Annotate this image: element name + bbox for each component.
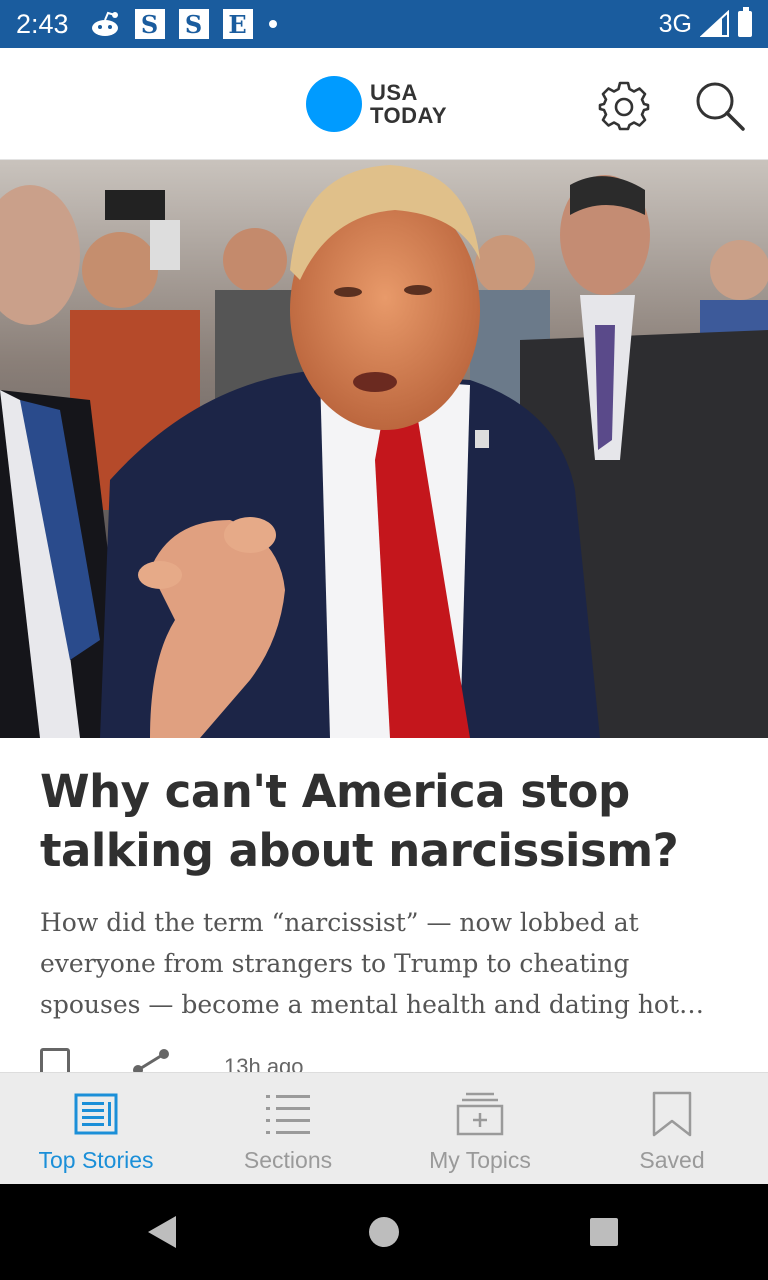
add-folder-icon xyxy=(456,1092,504,1136)
more-notifications-dot xyxy=(268,20,277,28)
s-notification-icon: S xyxy=(178,9,209,39)
list-icon xyxy=(266,1095,310,1134)
tab-sections[interactable]: Sections xyxy=(192,1073,384,1185)
usa-today-logo[interactable]: USA TODAY xyxy=(306,76,447,132)
back-icon[interactable] xyxy=(146,1214,178,1250)
notification-icons: S S E xyxy=(89,9,277,39)
tab-label: My Topics xyxy=(429,1147,531,1173)
bottom-navigation: Top Stories Sections My Topics Saved xyxy=(0,1072,768,1184)
logo-line-1: USA xyxy=(370,80,418,105)
save-article-icon[interactable] xyxy=(40,1048,70,1072)
status-time: 2:43 xyxy=(16,8,69,39)
share-icon[interactable] xyxy=(132,1048,172,1072)
tab-saved[interactable]: Saved xyxy=(576,1073,768,1185)
bookmark-icon xyxy=(652,1091,692,1137)
network-type: 3G xyxy=(658,9,692,38)
tab-label: Saved xyxy=(639,1147,705,1173)
tab-label: Sections xyxy=(243,1147,333,1173)
article-headline[interactable]: Why can't America stop talking about nar… xyxy=(40,762,740,880)
hero-image[interactable] xyxy=(0,160,768,738)
app-header: USA TODAY xyxy=(0,48,768,160)
article-summary[interactable]: How did the term “narcissist” — now lobb… xyxy=(40,902,720,1025)
article-meta: 13h ago xyxy=(40,1048,740,1072)
e-notification-icon: E xyxy=(222,9,253,39)
home-icon[interactable] xyxy=(368,1216,400,1248)
tab-label: Top Stories xyxy=(38,1147,154,1173)
logo-circle xyxy=(306,76,362,132)
battery-icon xyxy=(738,7,752,37)
logo-line-2: TODAY xyxy=(370,103,448,128)
recents-icon[interactable] xyxy=(588,1216,620,1248)
signal-icon xyxy=(700,10,729,37)
tab-top-stories[interactable]: Top Stories xyxy=(0,1073,192,1185)
logo-text: USA TODAY xyxy=(370,81,447,127)
tab-my-topics[interactable]: My Topics xyxy=(384,1073,576,1185)
settings-gear-icon[interactable] xyxy=(598,80,650,132)
status-right: 3G xyxy=(658,7,752,39)
newspaper-icon xyxy=(74,1093,118,1135)
reddit-icon xyxy=(91,11,118,36)
search-icon[interactable] xyxy=(692,78,748,134)
status-bar: 2:43 S S E 3G xyxy=(0,0,768,48)
system-navigation-bar xyxy=(0,1184,768,1280)
s-notification-icon: S xyxy=(134,9,165,39)
article-age: 13h ago xyxy=(224,1054,304,1072)
